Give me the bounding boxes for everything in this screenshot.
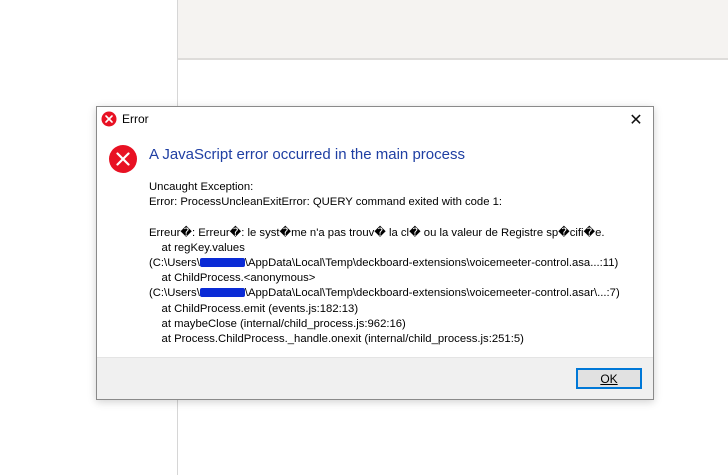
error-x-icon [109,145,137,173]
ok-button-label: OK [600,371,618,386]
message-line: at ChildProcess.<anonymous> [149,272,316,285]
message-line: at maybeClose (internal/child_process.js… [149,317,406,330]
message-line: at regKey.values [149,241,245,254]
message-line: Uncaught Exception: [149,181,254,193]
redaction-mark [199,288,245,298]
error-heading: A JavaScript error occurred in the main … [149,146,465,163]
message-line: at ChildProcess.emit (events.js:182:13) [149,302,359,315]
message-line: Erreur�: Erreur�: le syst�me n'a pas tro… [149,226,605,239]
message-line: (C:\Users\ \AppData\Local\Temp\deckboard-… [149,287,620,300]
dialog-footer: OK [97,357,653,399]
message-line: Error: ProcessUncleanExitError: QUERY co… [149,196,503,209]
error-message: Uncaught Exception: Error: ProcessUnclean… [149,180,649,347]
dialog-title: Error [122,112,149,126]
message-line [149,210,649,225]
dialog-titlebar[interactable]: Error ✕ [97,107,653,132]
redaction-mark [199,258,245,268]
error-x-icon [101,111,117,127]
error-dialog: Error ✕ A JavaScript error occurred in t… [96,106,654,400]
ok-button[interactable]: OK [576,368,642,389]
message-line: (C:\Users\ \AppData\Local\Temp\deckboard-… [149,257,619,270]
close-icon: ✕ [629,111,643,129]
message-line: at Process.ChildProcess._handle.onexit (… [149,333,524,346]
background-top-band [178,0,728,58]
close-button[interactable]: ✕ [619,107,653,132]
